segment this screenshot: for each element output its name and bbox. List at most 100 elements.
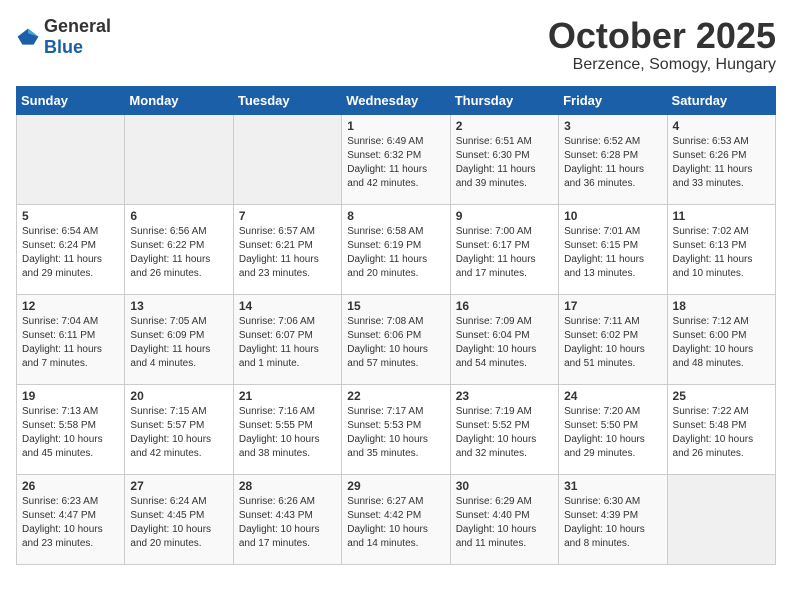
calendar-table: Sunday Monday Tuesday Wednesday Thursday… (16, 86, 776, 565)
calendar-cell: 22 Sunrise: 7:17 AM Sunset: 5:53 PM Dayli… (342, 384, 450, 474)
week-row-1: 1Sunrise: 6:49 AM Sunset: 6:32 PM Daylig… (17, 114, 776, 204)
day-info: Sunrise: 7:00 AM Sunset: 6:17 PM Dayligh… (456, 225, 553, 281)
day-info: Sunrise: 7:11 AM Sunset: 6:02 PM Dayligh… (564, 315, 661, 371)
calendar-cell: 10Sunrise: 7:01 AM Sunset: 6:15 PM Dayli… (559, 204, 667, 294)
day-number: 18 (673, 299, 770, 313)
day-info: Sunrise: 7:05 AM Sunset: 6:09 PM Dayligh… (130, 315, 227, 371)
day-number: 29 (347, 479, 444, 493)
day-number: 30 (456, 479, 553, 493)
day-info: Sunrise: 7:02 AM Sunset: 6:13 PM Dayligh… (673, 225, 770, 281)
calendar-subtitle: Berzence, Somogy, Hungary (548, 56, 776, 74)
day-number: 21 (239, 389, 336, 403)
calendar-cell: 17 Sunrise: 7:11 AM Sunset: 6:02 PM Dayli… (559, 294, 667, 384)
calendar-cell: 12Sunrise: 7:04 AM Sunset: 6:11 PM Dayli… (17, 294, 125, 384)
day-number: 8 (347, 209, 444, 223)
day-info: Sunrise: 6:56 AM Sunset: 6:22 PM Dayligh… (130, 225, 227, 281)
calendar-cell: 19 Sunrise: 7:13 AM Sunset: 5:58 PM Dayli… (17, 384, 125, 474)
calendar-cell: 26Sunrise: 6:23 AM Sunset: 4:47 PM Dayli… (17, 474, 125, 564)
title-block: October 2025 Berzence, Somogy, Hungary (548, 16, 776, 74)
day-info: Sunrise: 6:24 AM Sunset: 4:45 PM Dayligh… (130, 495, 227, 551)
day-number: 5 (22, 209, 119, 223)
day-info: Sunrise: 6:52 AM Sunset: 6:28 PM Dayligh… (564, 135, 661, 191)
calendar-cell: 24Sunrise: 7:20 AM Sunset: 5:50 PM Dayli… (559, 384, 667, 474)
calendar-cell: 16 Sunrise: 7:09 AM Sunset: 6:04 PM Dayli… (450, 294, 558, 384)
calendar-cell: 30 Sunrise: 6:29 AM Sunset: 4:40 PM Dayli… (450, 474, 558, 564)
calendar-cell: 21 Sunrise: 7:16 AM Sunset: 5:55 PM Dayli… (233, 384, 341, 474)
day-info: Sunrise: 6:58 AM Sunset: 6:19 PM Dayligh… (347, 225, 444, 281)
calendar-cell: 4 Sunrise: 6:53 AM Sunset: 6:26 PM Daylig… (667, 114, 775, 204)
day-info: Sunrise: 6:30 AM Sunset: 4:39 PM Dayligh… (564, 495, 661, 551)
calendar-cell: 6 Sunrise: 6:56 AM Sunset: 6:22 PM Daylig… (125, 204, 233, 294)
week-row-2: 5 Sunrise: 6:54 AM Sunset: 6:24 PM Daylig… (17, 204, 776, 294)
calendar-cell: 18 Sunrise: 7:12 AM Sunset: 6:00 PM Dayli… (667, 294, 775, 384)
day-info: Sunrise: 6:51 AM Sunset: 6:30 PM Dayligh… (456, 135, 553, 191)
calendar-cell: 5 Sunrise: 6:54 AM Sunset: 6:24 PM Daylig… (17, 204, 125, 294)
calendar-cell: 29Sunrise: 6:27 AM Sunset: 4:42 PM Dayli… (342, 474, 450, 564)
day-info: Sunrise: 7:08 AM Sunset: 6:06 PM Dayligh… (347, 315, 444, 371)
day-number: 6 (130, 209, 227, 223)
page-header: General Blue October 2025 Berzence, Somo… (16, 16, 776, 74)
day-info: Sunrise: 6:49 AM Sunset: 6:32 PM Dayligh… (347, 135, 444, 191)
day-info: Sunrise: 7:09 AM Sunset: 6:04 PM Dayligh… (456, 315, 553, 371)
calendar-cell (125, 114, 233, 204)
day-number: 4 (673, 119, 770, 133)
day-info: Sunrise: 7:12 AM Sunset: 6:00 PM Dayligh… (673, 315, 770, 371)
day-number: 16 (456, 299, 553, 313)
day-number: 13 (130, 299, 227, 313)
day-info: Sunrise: 7:16 AM Sunset: 5:55 PM Dayligh… (239, 405, 336, 461)
day-info: Sunrise: 7:22 AM Sunset: 5:48 PM Dayligh… (673, 405, 770, 461)
day-number: 20 (130, 389, 227, 403)
day-number: 25 (673, 389, 770, 403)
day-info: Sunrise: 6:57 AM Sunset: 6:21 PM Dayligh… (239, 225, 336, 281)
calendar-cell: 3 Sunrise: 6:52 AM Sunset: 6:28 PM Daylig… (559, 114, 667, 204)
day-info: Sunrise: 7:04 AM Sunset: 6:11 PM Dayligh… (22, 315, 119, 371)
header-sunday: Sunday (17, 86, 125, 114)
calendar-cell: 7 Sunrise: 6:57 AM Sunset: 6:21 PM Daylig… (233, 204, 341, 294)
week-row-5: 26Sunrise: 6:23 AM Sunset: 4:47 PM Dayli… (17, 474, 776, 564)
day-info: Sunrise: 6:53 AM Sunset: 6:26 PM Dayligh… (673, 135, 770, 191)
logo: General Blue (16, 16, 111, 58)
day-number: 11 (673, 209, 770, 223)
header-friday: Friday (559, 86, 667, 114)
calendar-cell: 2 Sunrise: 6:51 AM Sunset: 6:30 PM Daylig… (450, 114, 558, 204)
header-wednesday: Wednesday (342, 86, 450, 114)
day-number: 28 (239, 479, 336, 493)
day-info: Sunrise: 6:29 AM Sunset: 4:40 PM Dayligh… (456, 495, 553, 551)
calendar-cell: 9 Sunrise: 7:00 AM Sunset: 6:17 PM Daylig… (450, 204, 558, 294)
day-number: 19 (22, 389, 119, 403)
calendar-cell: 27 Sunrise: 6:24 AM Sunset: 4:45 PM Dayli… (125, 474, 233, 564)
day-number: 2 (456, 119, 553, 133)
day-info: Sunrise: 7:13 AM Sunset: 5:58 PM Dayligh… (22, 405, 119, 461)
day-number: 27 (130, 479, 227, 493)
calendar-title: October 2025 (548, 16, 776, 56)
day-number: 26 (22, 479, 119, 493)
calendar-cell (667, 474, 775, 564)
day-number: 17 (564, 299, 661, 313)
calendar-cell: 20 Sunrise: 7:15 AM Sunset: 5:57 PM Dayli… (125, 384, 233, 474)
calendar-cell (17, 114, 125, 204)
logo-text: General Blue (44, 16, 111, 58)
day-number: 7 (239, 209, 336, 223)
day-info: Sunrise: 7:01 AM Sunset: 6:15 PM Dayligh… (564, 225, 661, 281)
calendar-cell: 23 Sunrise: 7:19 AM Sunset: 5:52 PM Dayli… (450, 384, 558, 474)
day-number: 23 (456, 389, 553, 403)
day-number: 31 (564, 479, 661, 493)
day-number: 3 (564, 119, 661, 133)
calendar-cell: 13 Sunrise: 7:05 AM Sunset: 6:09 PM Dayli… (125, 294, 233, 384)
day-info: Sunrise: 7:19 AM Sunset: 5:52 PM Dayligh… (456, 405, 553, 461)
calendar-cell: 14Sunrise: 7:06 AM Sunset: 6:07 PM Dayli… (233, 294, 341, 384)
day-number: 9 (456, 209, 553, 223)
day-number: 22 (347, 389, 444, 403)
days-header-row: Sunday Monday Tuesday Wednesday Thursday… (17, 86, 776, 114)
day-info: Sunrise: 7:17 AM Sunset: 5:53 PM Dayligh… (347, 405, 444, 461)
day-info: Sunrise: 6:54 AM Sunset: 6:24 PM Dayligh… (22, 225, 119, 281)
header-saturday: Saturday (667, 86, 775, 114)
logo-icon (16, 27, 40, 47)
calendar-cell (233, 114, 341, 204)
day-info: Sunrise: 7:15 AM Sunset: 5:57 PM Dayligh… (130, 405, 227, 461)
header-thursday: Thursday (450, 86, 558, 114)
day-number: 14 (239, 299, 336, 313)
day-info: Sunrise: 7:20 AM Sunset: 5:50 PM Dayligh… (564, 405, 661, 461)
calendar-cell: 28Sunrise: 6:26 AM Sunset: 4:43 PM Dayli… (233, 474, 341, 564)
calendar-cell: 25 Sunrise: 7:22 AM Sunset: 5:48 PM Dayli… (667, 384, 775, 474)
